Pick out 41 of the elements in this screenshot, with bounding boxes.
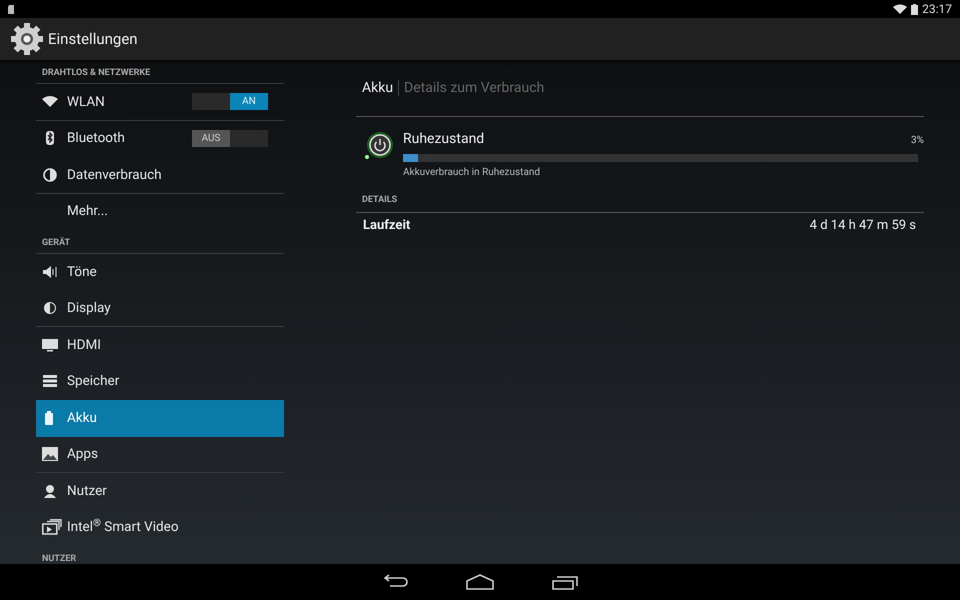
usage-percent: 3% [911,134,924,148]
usage-name: Ruhezustand [403,130,484,149]
settings-item[interactable]: Datenverbrauch [36,157,284,194]
detail-value: 4 d 14 h 47 m 59 s [810,216,916,235]
storage-icon [42,374,58,388]
section-header: GERÄT [42,236,70,250]
gear-icon[interactable] [10,22,44,56]
section-header: DETAILS [361,194,398,207]
settings-item[interactable]: Bluetooth AUS [36,120,284,157]
monitor-icon [42,338,58,352]
settings-item[interactable]: Speicher [36,364,284,400]
settings-item[interactable]: Akku [36,400,284,436]
sd-card-icon [8,4,14,14]
section-header: NUTZER [42,552,76,564]
settings-item[interactable]: Nutzer [36,473,284,510]
breadcrumb-current[interactable]: Akku [362,78,394,98]
detail-label: Laufzeit [363,216,410,235]
wifi-icon [42,94,58,109]
clock-time: 23:17 [922,1,952,18]
settings-item[interactable]: WLAN AN [36,84,284,120]
settings-item[interactable]: Töne [36,254,284,290]
settings-item[interactable]: Display [36,290,284,327]
recent-apps-icon[interactable] [551,574,579,590]
settings-item[interactable]: Apps [36,436,284,473]
toggle-switch[interactable]: AUS [192,130,268,147]
settings-item[interactable]: Intel$^{®}$ Smart Video [36,510,284,546]
battery-icon [911,4,918,14]
wifi-icon [893,4,908,14]
settings-item[interactable]: Mehr... [36,194,284,230]
speaker-icon [42,264,58,279]
settings-item[interactable]: HDMI [36,327,284,364]
video-window-icon [42,519,62,536]
home-icon[interactable] [465,574,495,590]
toggle-switch[interactable]: AN [192,93,268,110]
usage-subtitle: Akkuverbrauch in Ruhezustand [403,166,542,180]
usage-row[interactable]: Ruhezustand 3% Akkuverbrauch in Ruhezustand [356,117,924,184]
app-title: Einstellungen [48,28,138,50]
image-icon [42,447,58,462]
back-icon[interactable] [381,574,409,590]
section-header: DRAHTLOS & NETZWERKE [42,66,150,80]
person-icon [42,484,58,498]
